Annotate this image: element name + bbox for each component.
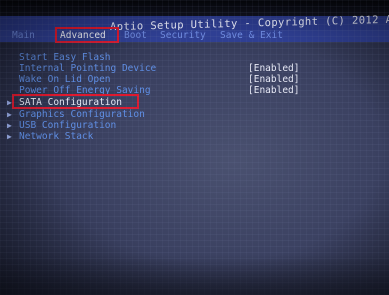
menu-option-start-easy-flash[interactable]: Start Easy Flash [19,52,111,63]
menu-option-usb-configuration[interactable]: USB Configuration [19,120,116,131]
power-off-energy-saving-value[interactable]: [Enabled] [248,85,299,96]
menu-option-wake-on-lid-open[interactable]: Wake On Lid Open [19,74,111,85]
screen-bottom-shadow [0,255,389,295]
tab-security[interactable]: Security [160,30,206,41]
tab-main[interactable]: Main [12,30,35,41]
menu-option-network-stack[interactable]: Network Stack [19,131,93,142]
advanced-tab-highlight [55,27,119,43]
screen-vignette [0,0,389,295]
tab-save-exit[interactable]: Save & Exit [220,30,283,41]
menu-option-graphics-configuration[interactable]: Graphics Configuration [19,109,145,120]
screen-grid-texture [0,0,389,295]
submenu-arrow-icon: ▶ [7,110,12,119]
monitor-bezel [0,0,389,16]
bios-screen: Aptio Setup Utility - Copyright (C) 2012… [0,0,389,295]
tab-boot[interactable]: Boot [124,30,147,41]
menu-option-internal-pointing-device[interactable]: Internal Pointing Device [19,63,156,74]
wake-on-lid-open-value[interactable]: [Enabled] [248,74,299,85]
sata-configuration-highlight [12,94,139,109]
submenu-arrow-icon: ▶ [7,121,12,130]
submenu-arrow-icon: ▶ [7,132,12,141]
internal-pointing-device-value[interactable]: [Enabled] [248,63,299,74]
